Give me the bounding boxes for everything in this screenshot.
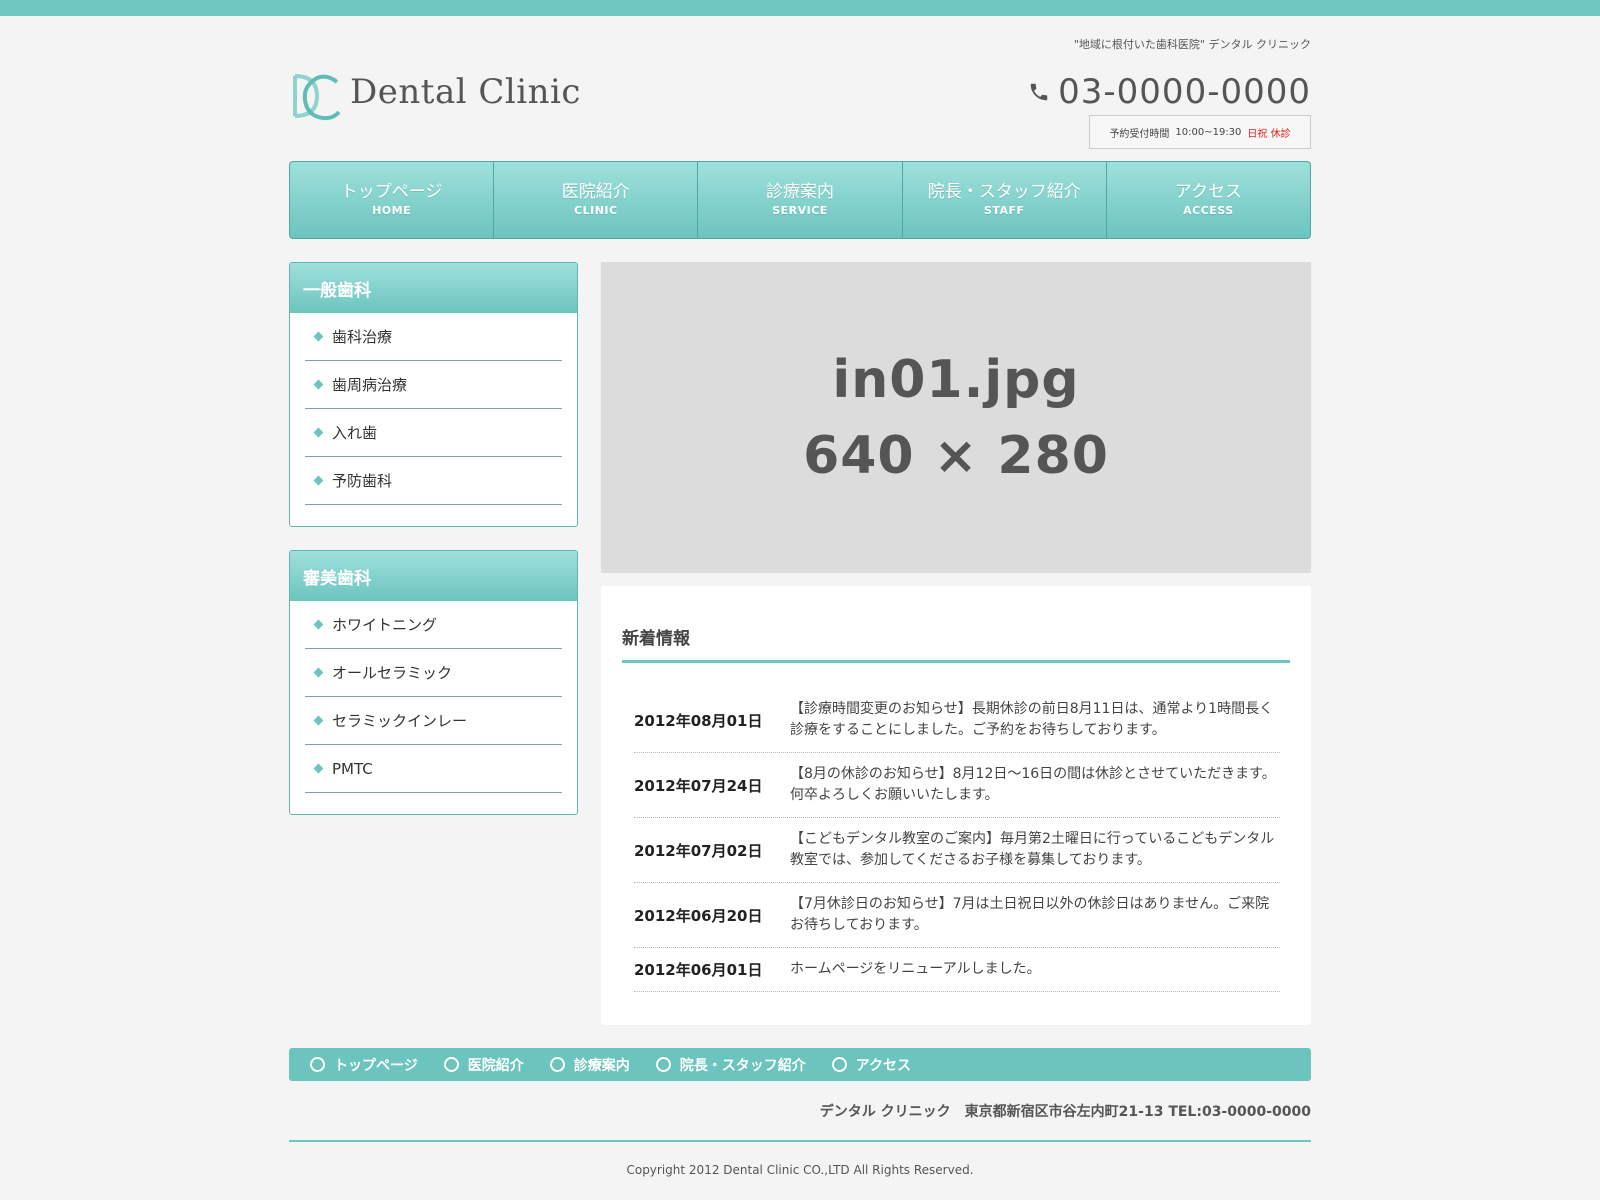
news-list: 2012年08月01日 【診療時間変更のお知らせ】長期休診の前日8月11日は、通… xyxy=(634,688,1280,992)
news-text: 【8月の休診のお知らせ】8月12日〜16日の間は休診とさせていただきます。何卒よ… xyxy=(790,766,1276,803)
diamond-bullet-icon xyxy=(313,379,324,390)
diamond-bullet-icon xyxy=(313,763,324,774)
sidebar-item-label: 予防歯科 xyxy=(332,472,393,490)
circle-bullet-icon xyxy=(831,1057,847,1072)
diamond-bullet-icon xyxy=(313,427,324,438)
phone-icon xyxy=(1030,83,1048,101)
nav-clinic[interactable]: 医院紹介 CLINIC xyxy=(494,162,699,238)
hours-closed: 日祝 休診 xyxy=(1247,128,1291,140)
footer-nav-label: 院長・スタッフ紹介 xyxy=(679,1057,806,1074)
sidebar-cosmetic-list: ホワイトニング オールセラミック セラミックインレー PMTC xyxy=(290,601,577,793)
hero-filename: in01.jpg xyxy=(832,349,1080,410)
hours-time: 10:00~19:30 xyxy=(1175,126,1242,138)
news-title: 新着情報 xyxy=(622,629,690,649)
sidebar-item[interactable]: セラミックインレー xyxy=(305,697,562,745)
footer-nav-access[interactable]: アクセス xyxy=(831,1055,912,1075)
sidebar-item[interactable]: PMTC xyxy=(305,745,562,793)
sidebar-item-label: 歯周病治療 xyxy=(332,376,408,394)
phone-number[interactable]: 03-0000-0000 xyxy=(1058,72,1311,112)
sidebar-item[interactable]: 予防歯科 xyxy=(305,457,562,505)
nav-label-en: HOME xyxy=(372,204,412,217)
diamond-bullet-icon xyxy=(313,475,324,486)
news-date: 2012年06月20日 xyxy=(634,906,763,925)
sidebar-item-label: ホワイトニング xyxy=(332,616,438,634)
news-date: 2012年06月01日 xyxy=(634,961,763,979)
news-text: 【診療時間変更のお知らせ】長期休診の前日8月11日は、通常より1時間長く診療をす… xyxy=(790,701,1274,738)
footer-nav-label: 医院紹介 xyxy=(467,1057,524,1074)
circle-bullet-icon xyxy=(655,1057,671,1072)
top-accent-bar xyxy=(0,0,1600,16)
sidebar-item[interactable]: 入れ歯 xyxy=(305,409,562,457)
footer-nav-label: アクセス xyxy=(855,1057,912,1074)
sidebar-cosmetic-title: 審美歯科 xyxy=(290,551,577,601)
circle-bullet-icon xyxy=(549,1057,565,1072)
logo-text: Dental Clinic xyxy=(350,72,581,112)
footer-nav-label: 診療案内 xyxy=(573,1057,630,1074)
nav-label-en: STAFF xyxy=(983,204,1025,217)
news-row: 2012年06月01日 ホームページをリニューアルしました。 xyxy=(634,948,1280,992)
sidebar-item[interactable]: ホワイトニング xyxy=(305,601,562,649)
footer-nav-home[interactable]: トップページ xyxy=(310,1055,418,1075)
nav-access[interactable]: アクセス ACCESS xyxy=(1107,162,1310,238)
sidebar-item-label: オールセラミック xyxy=(332,664,453,682)
hero-size: 640 × 280 xyxy=(803,425,1109,486)
site-logo[interactable]: Dental Clinic xyxy=(291,70,581,124)
news-section: 新着情報 2012年08月01日 【診療時間変更のお知らせ】長期休診の前日8月1… xyxy=(601,586,1311,1025)
circle-bullet-icon xyxy=(310,1057,325,1072)
footer-nav-staff[interactable]: 院長・スタッフ紹介 xyxy=(655,1055,806,1075)
hero-image-placeholder: in01.jpg 640 × 280 xyxy=(601,262,1311,573)
hours-label: 予約受付時間 xyxy=(1109,128,1170,140)
circle-bullet-icon xyxy=(443,1057,459,1072)
sidebar-item[interactable]: オールセラミック xyxy=(305,649,562,697)
sidebar-item-label: PMTC xyxy=(332,759,373,778)
phone-block: 03-0000-0000 xyxy=(1028,70,1311,114)
footer-nav-label: トップページ xyxy=(334,1057,418,1074)
nav-label-en: CLINIC xyxy=(574,204,618,217)
news-date: 2012年08月01日 xyxy=(634,711,763,730)
news-row: 2012年06月20日 【7月休診日のお知らせ】7月は土日祝日以外の休診日はあり… xyxy=(634,883,1280,948)
site-tagline: "地域に根付いた歯科医院" デンタル クリニック xyxy=(1073,38,1311,51)
news-date: 2012年07月24日 xyxy=(634,776,763,795)
nav-label-jp: 院長・スタッフ紹介 xyxy=(927,182,1081,202)
sidebar-general: 一般歯科 歯科治療 歯周病治療 入れ歯 予防歯科 xyxy=(289,262,578,527)
news-row: 2012年07月24日 【8月の休診のお知らせ】8月12日〜16日の間は休診とさ… xyxy=(634,753,1280,818)
footer-nav: トップページ 医院紹介 診療案内 院長・スタッフ紹介 アクセス xyxy=(289,1048,1311,1081)
nav-label-en: ACCESS xyxy=(1183,204,1234,217)
news-row: 2012年07月02日 【こどもデンタル教室のご案内】毎月第2土曜日に行っている… xyxy=(634,818,1280,883)
footer-address: デンタル クリニック 東京都新宿区市谷左内町21-13 TEL:03-0000-… xyxy=(819,1104,1311,1120)
nav-label-jp: 診療案内 xyxy=(766,182,834,202)
nav-staff[interactable]: 院長・スタッフ紹介 STAFF xyxy=(903,162,1107,238)
nav-label-jp: 医院紹介 xyxy=(561,182,630,202)
news-divider xyxy=(622,660,1290,663)
diamond-bullet-icon xyxy=(313,715,324,726)
nav-label-jp: アクセス xyxy=(1174,182,1242,202)
news-date: 2012年07月02日 xyxy=(634,841,763,860)
footer-nav-service[interactable]: 診療案内 xyxy=(549,1055,630,1075)
dc-logo-icon xyxy=(293,74,341,121)
diamond-bullet-icon xyxy=(313,667,324,678)
nav-home[interactable]: トップページ HOME xyxy=(290,162,495,238)
nav-label-en: SERVICE xyxy=(772,204,828,217)
news-text: 【7月休診日のお知らせ】7月は土日祝日以外の休診日はありません。ご来院お待ちして… xyxy=(790,896,1270,933)
sidebar-item[interactable]: 歯周病治療 xyxy=(305,361,562,409)
sidebar-item-label: 歯科治療 xyxy=(332,328,393,346)
news-text: ホームページをリニューアルしました。 xyxy=(790,961,1041,977)
news-text: 【こどもデンタル教室のご案内】毎月第2土曜日に行っているこどもデンタル教室では、… xyxy=(790,831,1275,868)
sidebar-item-label: セラミックインレー xyxy=(332,712,468,730)
sidebar-general-list: 歯科治療 歯周病治療 入れ歯 予防歯科 xyxy=(290,313,577,505)
news-row: 2012年08月01日 【診療時間変更のお知らせ】長期休診の前日8月11日は、通… xyxy=(634,688,1280,753)
diamond-bullet-icon xyxy=(313,619,324,630)
nav-service[interactable]: 診療案内 SERVICE xyxy=(698,162,903,238)
sidebar-general-title: 一般歯科 xyxy=(290,263,577,313)
sidebar-cosmetic: 審美歯科 ホワイトニング オールセラミック セラミックインレー PMTC xyxy=(289,550,578,815)
reservation-hours: 予約受付時間 10:00~19:30 日祝 休診 xyxy=(1089,115,1311,149)
footer-divider xyxy=(289,1140,1311,1142)
nav-label-jp: トップページ xyxy=(340,182,443,202)
sidebar-item[interactable]: 歯科治療 xyxy=(305,313,562,361)
diamond-bullet-icon xyxy=(313,331,324,342)
sidebar-item-label: 入れ歯 xyxy=(332,424,378,442)
footer-nav-clinic[interactable]: 医院紹介 xyxy=(443,1055,524,1075)
copyright: Copyright 2012 Dental Clinic CO.,LTD All… xyxy=(626,1163,974,1177)
main-nav: トップページ HOME 医院紹介 CLINIC 診療案内 SERVICE 院長・… xyxy=(289,161,1311,239)
